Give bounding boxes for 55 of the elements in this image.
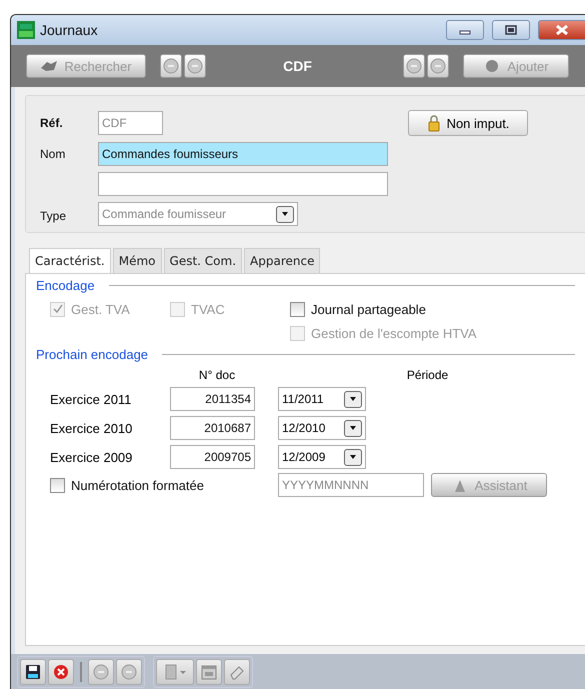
current-record: CDF — [282, 58, 313, 74]
next-button[interactable] — [403, 54, 425, 78]
first-button[interactable] — [160, 54, 182, 78]
non-imput-button[interactable]: Non imput. — [408, 110, 528, 136]
padlock-icon — [426, 114, 441, 132]
field-label: Type — [40, 208, 68, 223]
close-button[interactable] — [538, 20, 585, 40]
row-label: Exercice 2011 — [50, 392, 132, 406]
period-dropdown[interactable]: 12/2009 — [278, 445, 366, 469]
eraser-button[interactable] — [224, 659, 250, 685]
field-label: Réf. — [40, 116, 64, 130]
document-icon — [163, 664, 187, 680]
tab[interactable]: Mémo — [112, 248, 162, 273]
cancel-button[interactable] — [48, 659, 74, 685]
tab[interactable]: Gest. Com. — [164, 248, 242, 273]
checkmark-icon — [52, 304, 62, 314]
period-dropdown[interactable]: 12/2010 — [278, 416, 366, 440]
document-number-field[interactable]: 2009705 — [170, 445, 255, 469]
document-number-field[interactable]: 2011354 — [170, 387, 255, 411]
tab[interactable]: Caractérist. — [29, 248, 111, 274]
maximize-button[interactable] — [492, 20, 530, 40]
maximize-icon — [505, 25, 517, 35]
dropdown-button[interactable] — [344, 420, 362, 436]
save-button[interactable] — [20, 659, 46, 685]
checkbox[interactable]: Journal partageable — [290, 302, 585, 316]
cancel-icon — [53, 664, 69, 680]
dropdown-button[interactable] — [276, 206, 294, 222]
name-second-field[interactable] — [98, 172, 388, 196]
dropdown-button[interactable] — [344, 448, 362, 466]
column-header: N° doc — [198, 368, 236, 382]
row-label: Exercice 2010 — [50, 420, 132, 436]
field-label: Nom — [40, 147, 66, 161]
document-number-field[interactable]: 2010687 — [170, 416, 255, 440]
minimize-button[interactable] — [446, 20, 484, 40]
add-record-button[interactable] — [88, 659, 114, 685]
window-title: Journaux — [40, 22, 98, 38]
app-logo-icon — [17, 21, 35, 39]
name-field[interactable]: Commandes foumisseurs — [98, 142, 388, 166]
dropdown-button[interactable] — [344, 390, 362, 408]
period-dropdown[interactable]: 11/2011 — [278, 387, 366, 411]
row-label: Exercice 2009 — [50, 450, 132, 464]
column-header: Période — [406, 368, 448, 382]
calendar-icon — [201, 664, 217, 680]
last-button[interactable] — [427, 54, 449, 78]
section-title: Encodage — [36, 278, 95, 293]
close-icon — [555, 25, 569, 35]
previous-button[interactable] — [184, 54, 206, 78]
section-title: Prochain encodage — [36, 347, 148, 362]
tab[interactable]: Apparence — [244, 248, 320, 273]
calendar-button[interactable] — [196, 659, 222, 685]
checkbox-square[interactable] — [290, 302, 305, 316]
type-dropdown[interactable]: Commande foumisseur — [98, 202, 298, 226]
document-menu-button[interactable] — [156, 659, 194, 685]
eraser-icon — [229, 664, 245, 680]
delete-record-button[interactable] — [116, 659, 142, 685]
